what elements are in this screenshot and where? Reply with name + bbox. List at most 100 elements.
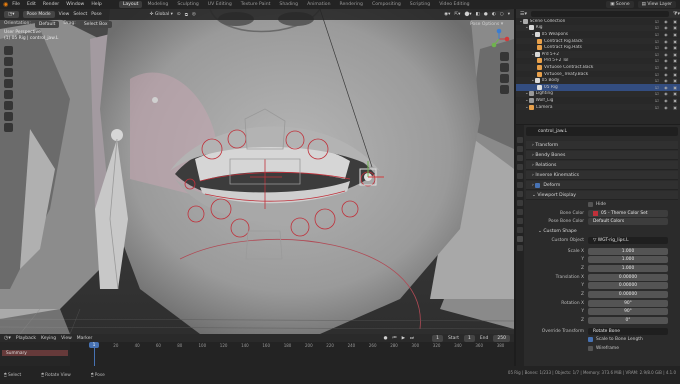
tab-animation[interactable]: Animation bbox=[303, 1, 334, 8]
wireframe-checkbox[interactable] bbox=[588, 346, 593, 352]
outliner-item[interactable]: ⌄ Lighting ☑ ◉ ▣ bbox=[516, 90, 680, 98]
rotate-tool-icon[interactable] bbox=[4, 79, 13, 88]
xray-icon[interactable]: ◧ bbox=[476, 12, 480, 17]
tab-compositing[interactable]: Compositing bbox=[368, 1, 405, 8]
viewport-3d[interactable] bbox=[0, 9, 514, 334]
menu-marker[interactable]: Marker bbox=[77, 336, 93, 341]
start-frame-field[interactable]: 1 bbox=[463, 334, 475, 342]
transform-tool-icon[interactable] bbox=[4, 101, 13, 110]
tab-scripting[interactable]: Scripting bbox=[406, 1, 434, 8]
eye-icon[interactable]: ◉ bbox=[664, 78, 668, 83]
menu-pose[interactable]: Pose bbox=[91, 12, 101, 17]
scene-selector[interactable]: ▣ Scene bbox=[606, 1, 634, 8]
panel-deform[interactable]: › Deform bbox=[526, 181, 678, 190]
eye-icon[interactable]: ◉ bbox=[664, 52, 668, 57]
current-frame-field[interactable]: 1 bbox=[432, 334, 443, 342]
checkbox-icon[interactable]: ☑ bbox=[655, 105, 659, 110]
camera-view-icon[interactable] bbox=[500, 74, 509, 83]
rotation-x-field[interactable]: 90° bbox=[588, 299, 668, 307]
view-layer-selector[interactable]: ▤ View Layer bbox=[637, 1, 676, 8]
cursor-tool-icon[interactable] bbox=[4, 57, 13, 66]
output-tab-icon[interactable] bbox=[517, 155, 523, 161]
panel-custom-shape[interactable]: ⌄ Custom Shape bbox=[526, 227, 678, 237]
proportional-icon[interactable]: ◎ bbox=[192, 12, 196, 17]
camera-icon[interactable]: ▣ bbox=[673, 32, 677, 37]
eye-icon[interactable]: ◉ bbox=[664, 25, 668, 30]
checkbox-icon[interactable]: ☑ bbox=[655, 45, 659, 50]
checkbox-icon[interactable]: ☑ bbox=[655, 78, 659, 83]
translation-y-field[interactable]: 0.00000 bbox=[588, 282, 668, 290]
scene-tab-icon[interactable] bbox=[517, 173, 523, 179]
jump-start-icon[interactable]: ⏮ bbox=[393, 335, 397, 341]
constraints-tab-icon[interactable] bbox=[517, 218, 523, 224]
gizmo-toggle-icon[interactable]: ⇱▾ bbox=[454, 12, 460, 17]
tab-rendering[interactable]: Rendering bbox=[336, 1, 367, 8]
menu-select[interactable]: Select bbox=[73, 12, 87, 17]
bone-constraint-tab-icon[interactable] bbox=[517, 245, 523, 251]
panel-viewport-display[interactable]: ⌄ Viewport Display bbox=[526, 191, 678, 200]
panel-relations[interactable]: › Relations bbox=[526, 161, 678, 170]
tool-tab-icon[interactable] bbox=[517, 137, 523, 143]
perspective-toggle-icon[interactable] bbox=[500, 85, 509, 94]
tab-layout[interactable]: Layout bbox=[118, 1, 143, 8]
object-tab-icon[interactable] bbox=[517, 191, 523, 197]
checkbox-icon[interactable]: ☑ bbox=[655, 65, 659, 70]
hide-checkbox[interactable] bbox=[588, 201, 593, 207]
view-layer-tab-icon[interactable] bbox=[517, 164, 523, 170]
shading-solid-icon[interactable]: ● bbox=[484, 12, 488, 17]
checkbox-icon[interactable]: ☑ bbox=[655, 91, 659, 96]
select-tool-icon[interactable] bbox=[4, 46, 13, 55]
world-tab-icon[interactable] bbox=[517, 182, 523, 188]
shading-material-icon[interactable]: ◐ bbox=[492, 12, 496, 17]
checkbox-icon[interactable]: ☑ bbox=[655, 25, 659, 30]
camera-icon[interactable]: ▣ bbox=[673, 58, 677, 63]
bone-color-select[interactable]: 05 - Theme Color Set bbox=[588, 209, 668, 217]
menu-help[interactable]: Help bbox=[88, 2, 104, 7]
timeline-editor-icon[interactable]: ◷▾ bbox=[4, 335, 11, 341]
menu-window[interactable]: Window bbox=[63, 2, 87, 7]
move-tool-icon[interactable] bbox=[4, 68, 13, 77]
camera-icon[interactable]: ▣ bbox=[673, 25, 677, 30]
camera-icon[interactable]: ▣ bbox=[673, 19, 677, 24]
modifier-tab-icon[interactable] bbox=[517, 200, 523, 206]
outliner-item[interactable]: Virtuose_Treaty.Back ☑ ◉ ▣ bbox=[516, 71, 680, 78]
panel-inverse-kinematics[interactable]: › Inverse Kinematics bbox=[526, 171, 678, 180]
bone-tab-icon[interactable] bbox=[517, 236, 523, 242]
editor-type-button[interactable]: ◳▾ bbox=[4, 11, 19, 18]
eye-icon[interactable]: ◉ bbox=[664, 39, 668, 44]
eye-icon[interactable]: ◉ bbox=[664, 98, 668, 103]
tab-texture-paint[interactable]: Texture Paint bbox=[237, 1, 275, 8]
outliner-item[interactable]: ⌄ Wolf_Lig ☑ ◉ ▣ bbox=[516, 97, 680, 104]
checkbox-icon[interactable]: ☑ bbox=[655, 19, 659, 24]
eye-icon[interactable]: ◉ bbox=[664, 58, 668, 63]
outliner-item[interactable]: ⌄ Prd 5+2 ☑ ◉ ▣ bbox=[516, 50, 680, 58]
playhead-frame[interactable]: 1 bbox=[89, 342, 99, 348]
bone-name-field[interactable]: control_jaw.L bbox=[526, 127, 678, 136]
eye-icon[interactable]: ◉ bbox=[664, 72, 668, 77]
rotation-y-field[interactable]: 90° bbox=[588, 308, 668, 316]
menu-file[interactable]: File bbox=[9, 2, 23, 7]
armature-data-tab-icon[interactable] bbox=[517, 227, 523, 233]
filter-icon[interactable]: ⧩▾ bbox=[673, 11, 680, 17]
scale-bone-length-checkbox[interactable] bbox=[588, 337, 593, 343]
checkbox-icon[interactable]: ☑ bbox=[655, 85, 659, 90]
play-icon[interactable]: ▶ bbox=[402, 336, 405, 341]
translation-x-field[interactable]: 0.00000 bbox=[588, 273, 668, 281]
camera-icon[interactable]: ▣ bbox=[673, 78, 677, 83]
scale-z-field[interactable]: 1.000 bbox=[588, 264, 668, 272]
outliner-editor-icon[interactable]: ☰▾ bbox=[520, 11, 527, 17]
eye-icon[interactable]: ◉ bbox=[664, 85, 668, 90]
navigation-gizmo[interactable] bbox=[488, 28, 510, 50]
eye-icon[interactable]: ◉ bbox=[664, 45, 668, 50]
outliner-search-input[interactable] bbox=[531, 10, 670, 17]
blender-logo-icon[interactable]: ◉ bbox=[3, 1, 8, 8]
checkbox-icon[interactable]: ☑ bbox=[655, 98, 659, 103]
translation-z-field[interactable]: 0.00000 bbox=[588, 291, 668, 299]
camera-icon[interactable]: ▣ bbox=[673, 98, 677, 103]
outliner-item[interactable]: ⌄ 05 Body ☑ ◉ ▣ bbox=[516, 77, 680, 84]
outliner-item[interactable]: ⌄ Rig ☑ ◉ ▣ bbox=[516, 24, 680, 32]
custom-object-field[interactable]: ▽ WGT-rig_lips.L bbox=[588, 236, 668, 244]
camera-icon[interactable]: ▣ bbox=[673, 72, 677, 77]
mode-selector[interactable]: Pose Mode bbox=[22, 11, 55, 18]
scale-tool-icon[interactable] bbox=[4, 90, 13, 99]
